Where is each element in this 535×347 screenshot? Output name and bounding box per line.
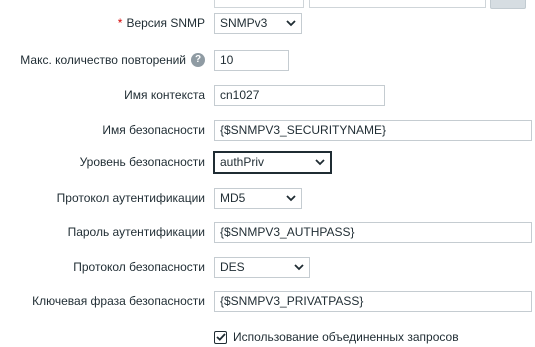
- priv-protocol-select[interactable]: DES: [214, 257, 310, 278]
- priv-passphrase-input[interactable]: {$SNMPV3_PRIVATPASS}: [214, 291, 532, 312]
- context-name-label: Имя контекста: [124, 88, 205, 102]
- row-max-repetitions: Макс. количество повторений? 10: [0, 48, 535, 73]
- row-security-level: Уровень безопасности authPriv: [0, 150, 535, 175]
- chevron-down-icon: [286, 194, 296, 204]
- priv-protocol-label: Протокол безопасности: [73, 260, 205, 274]
- bulk-requests-row: Использование объединенных запросов: [214, 328, 459, 346]
- row-auth-passphrase: Пароль аутентификации {$SNMPV3_AUTHPASS}: [0, 220, 535, 245]
- context-name-input[interactable]: cn1027: [214, 85, 385, 106]
- chevron-down-icon: [294, 263, 304, 273]
- top-cut-button[interactable]: [490, 0, 526, 9]
- row-context-name: Имя контекста cn1027: [0, 83, 535, 108]
- row-priv-passphrase: Ключевая фраза безопасности {$SNMPV3_PRI…: [0, 289, 535, 314]
- security-level-select[interactable]: authPriv: [214, 152, 331, 173]
- priv-passphrase-label: Ключевая фраза безопасности: [32, 294, 205, 308]
- bulk-requests-checkbox[interactable]: [214, 330, 227, 344]
- security-level-label: Уровень безопасности: [79, 155, 205, 169]
- snmp-version-label-text: Версия SNMP: [126, 16, 205, 30]
- max-repetitions-label: Макс. количество повторений?: [0, 48, 205, 73]
- checkmark-icon: [215, 333, 226, 341]
- max-repetitions-label-text: Макс. количество повторений: [20, 53, 186, 67]
- required-asterisk: *: [117, 16, 123, 30]
- top-cut-row: [0, 0, 535, 10]
- row-auth-protocol: Протокол аутентификации MD5: [0, 186, 535, 211]
- row-priv-protocol: Протокол безопасности DES: [0, 255, 535, 280]
- snmp-version-select[interactable]: SNMPv3: [214, 13, 302, 34]
- top-cut-input-right[interactable]: [309, 0, 486, 8]
- security-name-label: Имя безопасности: [102, 123, 205, 137]
- question-mark-icon[interactable]: ?: [191, 52, 205, 67]
- auth-passphrase-input[interactable]: {$SNMPV3_AUTHPASS}: [214, 222, 532, 243]
- auth-protocol-label: Протокол аутентификации: [56, 191, 205, 205]
- chevron-down-icon: [315, 158, 325, 168]
- top-cut-input-left[interactable]: [214, 0, 304, 8]
- row-security-name: Имя безопасности {$SNMPV3_SECURITYNAME}: [0, 118, 535, 143]
- row-snmp-version: * Версия SNMP SNMPv3: [0, 11, 535, 36]
- max-repetitions-input[interactable]: 10: [214, 50, 289, 71]
- auth-protocol-value: MD5: [220, 191, 246, 205]
- chevron-down-icon: [286, 19, 296, 29]
- bulk-requests-label: Использование объединенных запросов: [233, 330, 459, 344]
- security-name-input[interactable]: {$SNMPV3_SECURITYNAME}: [214, 120, 532, 141]
- auth-passphrase-label: Пароль аутентификации: [67, 225, 205, 239]
- snmp-version-value: SNMPv3: [220, 16, 268, 30]
- auth-protocol-select[interactable]: MD5: [214, 188, 302, 209]
- snmp-version-label: * Версия SNMP: [0, 11, 205, 36]
- priv-protocol-value: DES: [220, 260, 245, 274]
- security-level-value: authPriv: [220, 155, 265, 169]
